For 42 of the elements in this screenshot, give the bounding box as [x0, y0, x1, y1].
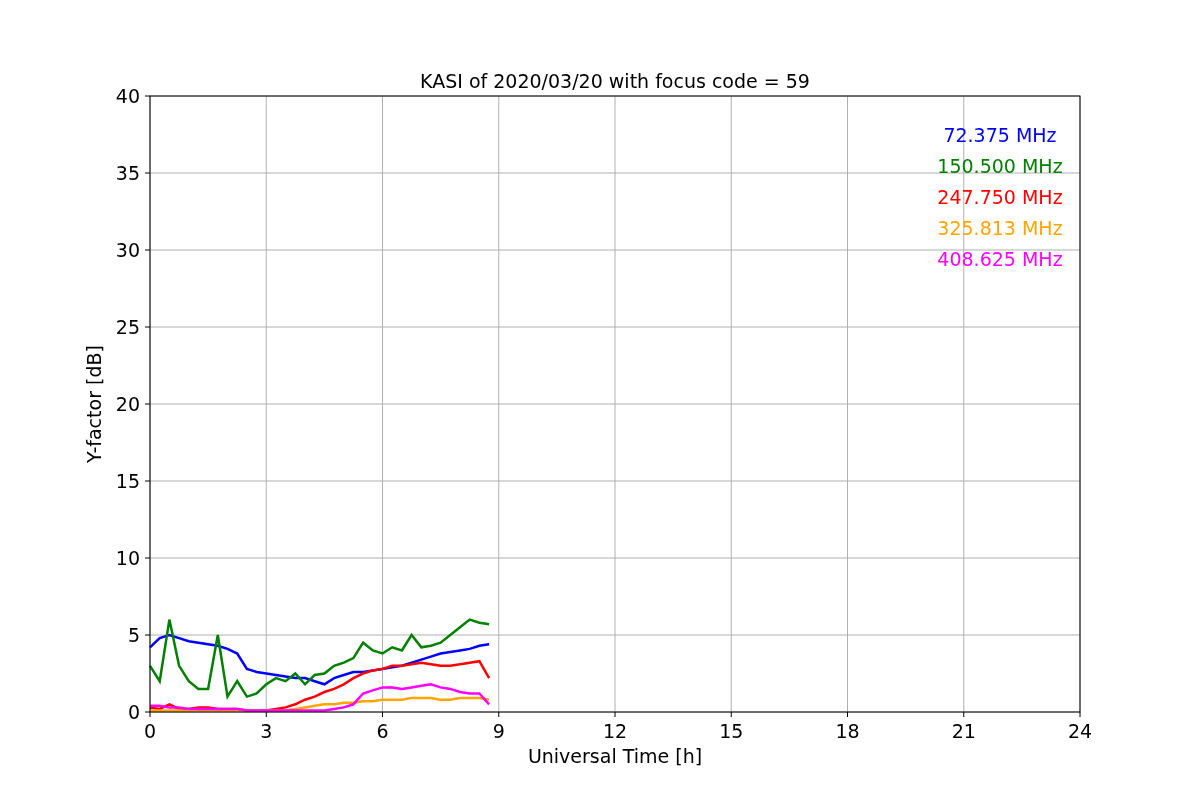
x-tick-label: 21 — [951, 720, 976, 742]
tick-mark — [730, 711, 732, 718]
x-tick-label: 6 — [376, 720, 389, 742]
tick-mark — [963, 711, 965, 718]
x-tick-label: 15 — [719, 720, 744, 742]
y-axis-label: Y-factor [dB] — [83, 345, 105, 463]
y-tick-label: 35 — [115, 162, 140, 184]
y-tick-label: 5 — [127, 624, 140, 646]
tick-mark — [144, 480, 151, 482]
tick-mark — [265, 711, 267, 718]
tick-mark — [144, 95, 151, 97]
legend-label: 247.750 MHz — [937, 186, 1063, 208]
x-axis-label: Universal Time [h] — [527, 745, 703, 767]
y-tick-label: 20 — [115, 393, 140, 415]
tick-mark — [144, 634, 151, 636]
tick-mark — [144, 403, 151, 405]
tick-mark — [144, 326, 151, 328]
y-tick-label: 40 — [115, 85, 140, 107]
y-tick-label: 15 — [115, 470, 140, 492]
legend-label: 72.375 MHz — [943, 124, 1057, 146]
y-tick-label: 30 — [115, 239, 140, 261]
chart-title: KASI of 2020/03/20 with focus code = 59 — [420, 70, 810, 92]
legend-label: 150.500 MHz — [937, 155, 1063, 177]
x-tick-label: 18 — [835, 720, 860, 742]
x-tick-label: 0 — [143, 720, 157, 742]
tick-mark — [614, 711, 616, 718]
y-tick-label: 25 — [115, 316, 140, 338]
tick-mark — [144, 557, 151, 559]
y-tick-label: 0 — [127, 701, 140, 723]
x-tick-label: 3 — [260, 720, 273, 742]
tick-mark — [382, 711, 383, 718]
tick-mark — [1079, 711, 1081, 718]
tick-mark — [498, 711, 500, 718]
tick-mark — [847, 711, 848, 718]
tick-mark — [144, 249, 151, 251]
y-tick-label: 10 — [115, 547, 140, 569]
x-tick-label: 12 — [602, 720, 628, 742]
x-tick-label: 24 — [1067, 720, 1093, 742]
x-tick-label: 9 — [492, 720, 505, 742]
legend-label: 408.625 MHz — [937, 248, 1063, 270]
tick-mark — [144, 172, 151, 174]
legend-label: 325.813 MHz — [937, 217, 1063, 239]
